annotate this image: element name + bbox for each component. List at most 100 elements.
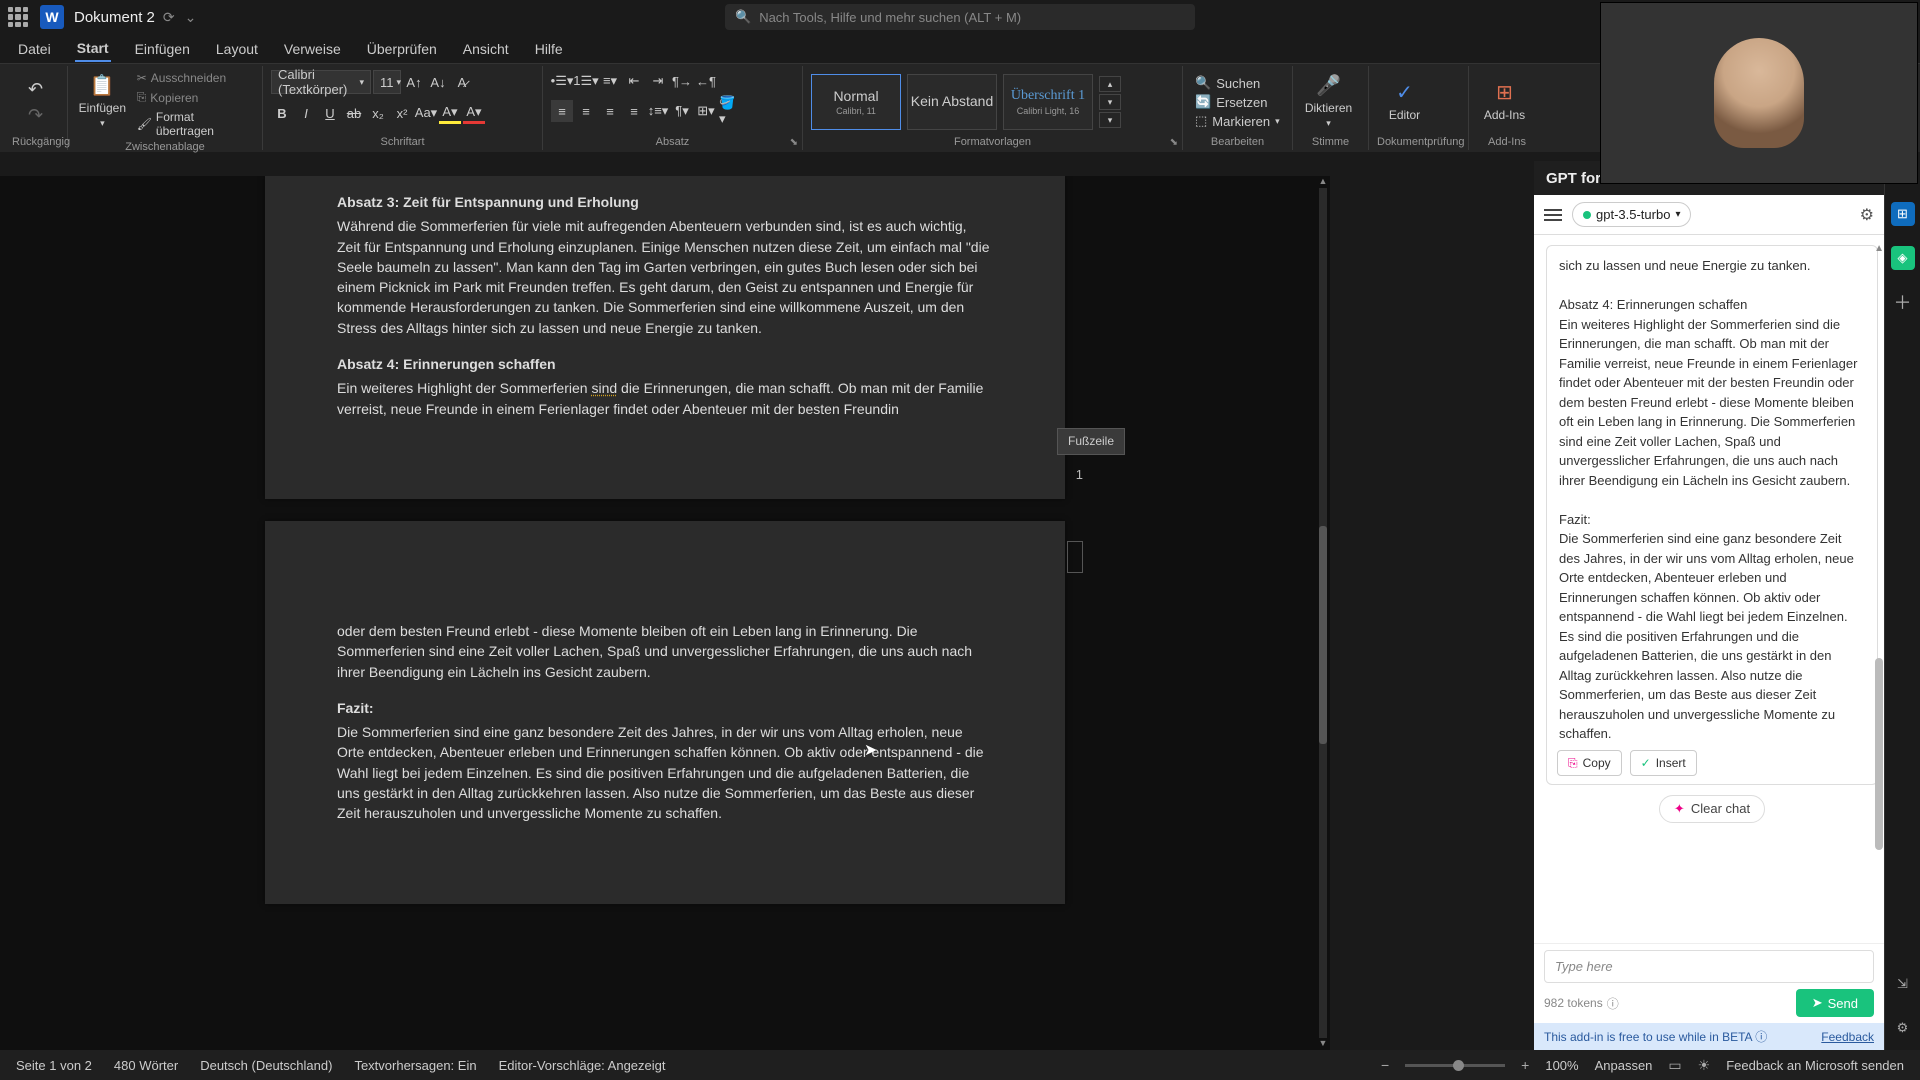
shading-button[interactable]: 🪣▾ (719, 100, 741, 122)
cut-button[interactable]: ✂Ausschneiden (133, 70, 254, 86)
underline-button[interactable]: U (319, 102, 341, 124)
format-painter-button[interactable]: 🖌Format übertragen (133, 109, 254, 139)
header-box[interactable] (1067, 541, 1083, 573)
info-icon[interactable]: ⓘ (1607, 995, 1619, 1012)
tab-ueberpruefen[interactable]: Überprüfen (365, 37, 439, 61)
search-input[interactable]: 🔍 Nach Tools, Hilfe und mehr suchen (ALT… (725, 4, 1195, 30)
document-canvas[interactable]: Absatz 3: Zeit für Entspannung und Erhol… (0, 176, 1330, 1050)
rtl-button[interactable]: ←¶ (695, 70, 717, 92)
numbering-button[interactable]: 1☰▾ (575, 70, 597, 92)
clear-format-button[interactable]: A̷ (451, 71, 473, 93)
strikethrough-button[interactable]: ab (343, 102, 365, 124)
status-page[interactable]: Seite 1 von 2 (16, 1058, 92, 1073)
styles-scroll-up-icon[interactable]: ▴ (1099, 76, 1121, 92)
page-2[interactable]: oder dem besten Freund erlebt - diese Mo… (265, 521, 1065, 904)
page-1[interactable]: Absatz 3: Zeit für Entspannung und Erhol… (265, 176, 1065, 499)
multilevel-button[interactable]: ≡▾ (599, 70, 621, 92)
tab-verweise[interactable]: Verweise (282, 37, 343, 61)
send-button[interactable]: ➤Send (1796, 989, 1874, 1017)
rail-settings-icon[interactable]: ⚙ (1891, 1016, 1915, 1040)
style-normal[interactable]: Normal Calibri, 11 (811, 74, 901, 130)
line-spacing-button[interactable]: ↕≡▾ (647, 100, 669, 122)
copy-button[interactable]: ⎘Copy (1557, 750, 1622, 776)
highlight-button[interactable]: A▾ (439, 102, 461, 124)
justify-button[interactable]: ≡ (623, 100, 645, 122)
paste-button[interactable]: 📋 Einfügen ▾ (76, 70, 129, 132)
tab-datei[interactable]: Datei (16, 37, 53, 61)
app-launcher-icon[interactable] (8, 7, 28, 27)
tab-einfuegen[interactable]: Einfügen (133, 37, 192, 61)
status-words[interactable]: 480 Wörter (114, 1058, 178, 1073)
editor-button[interactable]: ✓ Editor (1377, 70, 1432, 132)
grammar-issue[interactable]: sind (591, 380, 617, 396)
footer-label[interactable]: Fußzeile (1057, 428, 1125, 455)
zoom-value[interactable]: 100% (1545, 1058, 1578, 1073)
sync-icon[interactable]: ⟳ (163, 9, 175, 26)
document-title[interactable]: Dokument 2 (74, 9, 155, 26)
rail-exit-icon[interactable]: ⇲ (1891, 972, 1915, 996)
undo-button[interactable]: ↶ (25, 78, 47, 100)
tab-layout[interactable]: Layout (214, 37, 260, 61)
borders-button[interactable]: ⊞▾ (695, 100, 717, 122)
ms-feedback[interactable]: Feedback an Microsoft senden (1726, 1058, 1904, 1073)
addins-button[interactable]: ⊞ Add-Ins (1477, 70, 1532, 132)
view-mode-2-icon[interactable]: ☀ (1698, 1057, 1711, 1074)
paragraph-launcher-icon[interactable]: ⬊ (790, 137, 798, 148)
gpt-menu-icon[interactable] (1544, 209, 1562, 221)
paragraph-spacing-button[interactable]: ¶▾ (671, 100, 693, 122)
status-lang[interactable]: Deutsch (Deutschland) (200, 1058, 332, 1073)
rail-addin-2[interactable]: ◈ (1891, 246, 1915, 270)
align-right-button[interactable]: ≡ (599, 100, 621, 122)
model-selector[interactable]: gpt-3.5-turbo ▾ (1572, 202, 1691, 227)
subscript-button[interactable]: x₂ (367, 102, 389, 124)
document-scrollbar[interactable]: ▲ ▼ (1316, 176, 1330, 1050)
replace-button[interactable]: 🔄Ersetzen (1191, 93, 1284, 111)
feedback-link[interactable]: Feedback (1821, 1030, 1874, 1044)
ltr-button[interactable]: ¶→ (671, 70, 693, 92)
align-left-button[interactable]: ≡ (551, 100, 573, 122)
title-chevron-icon[interactable]: ⌄ (185, 9, 197, 26)
align-center-button[interactable]: ≡ (575, 100, 597, 122)
select-button[interactable]: ⬚Markieren▾ (1191, 112, 1284, 130)
bold-button[interactable]: B (271, 102, 293, 124)
superscript-button[interactable]: x² (391, 102, 413, 124)
insert-button[interactable]: ✓Insert (1630, 750, 1697, 776)
font-color-button[interactable]: A▾ (463, 102, 485, 124)
scroll-down-icon[interactable]: ▼ (1316, 1038, 1330, 1050)
rail-addin-1[interactable]: ⊞ (1891, 202, 1915, 226)
gear-icon[interactable]: ⚙ (1860, 205, 1874, 225)
info-icon[interactable]: ⓘ (1755, 1030, 1767, 1044)
font-size-select[interactable]: 11▾ (373, 70, 401, 94)
increase-indent-button[interactable]: ⇥ (647, 70, 669, 92)
tab-ansicht[interactable]: Ansicht (461, 37, 511, 61)
gpt-prompt-input[interactable]: Type here (1544, 950, 1874, 983)
shrink-font-button[interactable]: A↓ (427, 71, 449, 93)
gpt-scrollbar-thumb[interactable] (1875, 658, 1883, 851)
scroll-up-icon[interactable]: ▲ (1316, 176, 1330, 188)
rail-add-button[interactable]: ＋ (1891, 290, 1915, 314)
style-no-spacing[interactable]: Kein Abstand (907, 74, 997, 130)
redo-button[interactable]: ↷ (25, 104, 47, 126)
decrease-indent-button[interactable]: ⇤ (623, 70, 645, 92)
italic-button[interactable]: I (295, 102, 317, 124)
copy-button[interactable]: ⎘Kopieren (133, 89, 254, 106)
view-mode-1-icon[interactable]: ▭ (1668, 1057, 1681, 1074)
dictate-button[interactable]: 🎤 Diktieren ▾ (1301, 70, 1356, 132)
tab-start[interactable]: Start (75, 36, 111, 62)
styles-scroll-down-icon[interactable]: ▾ (1099, 94, 1121, 110)
styles-expand-icon[interactable]: ▾ (1099, 112, 1121, 128)
bullets-button[interactable]: •☰▾ (551, 70, 573, 92)
scroll-up-icon[interactable]: ▲ (1874, 243, 1884, 254)
scrollbar-thumb[interactable] (1319, 526, 1327, 745)
find-button[interactable]: 🔍Suchen (1191, 74, 1284, 92)
zoom-out-button[interactable]: − (1381, 1057, 1389, 1073)
zoom-slider[interactable] (1405, 1064, 1505, 1067)
font-name-select[interactable]: Calibri (Textkörper)▾ (271, 70, 371, 94)
status-editor[interactable]: Editor-Vorschläge: Angezeigt (499, 1058, 666, 1073)
status-predict[interactable]: Textvorhersagen: Ein (354, 1058, 476, 1073)
styles-launcher-icon[interactable]: ⬊ (1170, 137, 1178, 148)
clear-chat-button[interactable]: ✦Clear chat (1659, 795, 1765, 823)
tab-hilfe[interactable]: Hilfe (533, 37, 565, 61)
fit-button[interactable]: Anpassen (1595, 1058, 1653, 1073)
gpt-scrollbar[interactable]: ▲ (1874, 245, 1884, 933)
